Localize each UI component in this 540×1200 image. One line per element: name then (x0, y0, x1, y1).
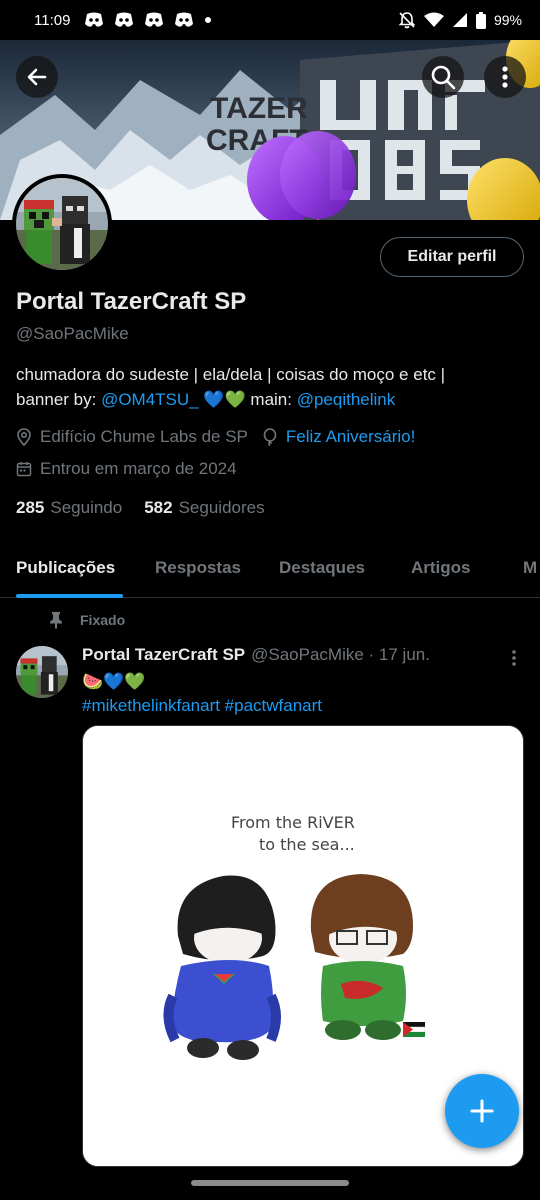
follow-stats: 285 Seguindo 582 Seguidores (16, 498, 287, 518)
post-author-name[interactable]: Portal TazerCraft SP (82, 645, 245, 665)
plus-icon (470, 1099, 494, 1123)
bell-off-icon (398, 12, 416, 29)
gesture-navigation-bar[interactable] (191, 1180, 349, 1186)
discord-icon (115, 12, 134, 27)
bio-emojis: 💙💚 main: (198, 390, 297, 409)
more-options-button[interactable] (484, 56, 526, 98)
post-hashtags[interactable]: #mikethelinkfanart #pactwfanart (82, 694, 322, 718)
search-button[interactable] (422, 56, 464, 98)
profile-bio: chumadora do sudeste | ela/dela | coisas… (16, 362, 516, 412)
profile-joined-date: Entrou em março de 2024 (40, 459, 237, 478)
search-icon (431, 65, 456, 90)
discord-icon (85, 12, 104, 27)
discord-icon (145, 12, 164, 27)
bio-prefix: banner by: (16, 390, 102, 409)
edit-profile-button[interactable]: Editar perfil (380, 237, 524, 277)
signal-icon (452, 13, 467, 27)
profile-meta-location-row: Edifício Chume Labs de SP Feliz Aniversá… (16, 427, 415, 447)
profile-meta-joined-row: Entrou em março de 2024 (16, 459, 237, 479)
location-icon (16, 428, 32, 446)
pinned-indicator: Fixado (48, 611, 125, 629)
tab-publicacoes[interactable]: Publicações (16, 558, 115, 578)
drawing-caption-line-2: to the sea... (259, 835, 355, 854)
post-author-avatar[interactable] (16, 646, 68, 698)
status-time: 11:09 (34, 11, 71, 29)
followers-label[interactable]: Seguidores (179, 498, 265, 518)
calendar-icon (16, 461, 32, 477)
tab-midia[interactable]: M (523, 558, 537, 578)
following-count[interactable]: 285 (16, 498, 44, 518)
balloon-icon (262, 428, 278, 446)
post-header: Portal TazerCraft SP @SaoPacMike · 17 ju… (82, 645, 430, 665)
profile-tabs: Publicações Respostas Destaques Artigos … (0, 540, 540, 598)
compose-post-button[interactable] (445, 1074, 519, 1148)
status-right: 99% (398, 11, 522, 29)
post-author-handle-and-date[interactable]: @SaoPacMike · 17 jun. (251, 645, 430, 665)
profile-screen: 11:09 99% TAZER CRAFT Editar perfil Port… (0, 0, 540, 1200)
profile-handle: @SaoPacMike (16, 324, 129, 343)
banner-artist-mention[interactable]: @OM4TSU_ (101, 390, 199, 409)
following-label[interactable]: Seguindo (50, 498, 122, 518)
bio-line-2: banner by: @OM4TSU_ 💙💚 main: @peqithelin… (16, 387, 516, 412)
pinned-label: Fixado (80, 612, 126, 628)
back-button[interactable] (16, 56, 58, 98)
post-text: 🍉💙💚 #mikethelinkfanart #pactwfanart (82, 670, 322, 718)
main-account-mention[interactable]: @peqithelink (297, 390, 396, 409)
tab-artigos[interactable]: Artigos (411, 558, 471, 578)
followers-count[interactable]: 582 (144, 498, 172, 518)
profile-display-name: Portal TazerCraft SP (16, 288, 247, 315)
status-bar: 11:09 99% (0, 0, 540, 40)
pin-icon (48, 611, 64, 629)
more-vertical-icon (512, 650, 516, 666)
dot-icon (205, 17, 212, 23)
post-emoji-line: 🍉💙💚 (82, 672, 146, 691)
battery-icon (475, 11, 486, 29)
profile-location: Edifício Chume Labs de SP (40, 427, 248, 446)
profile-birthday[interactable]: Feliz Aniversário! (286, 427, 415, 447)
tab-respostas[interactable]: Respostas (155, 558, 241, 578)
notification-icons (84, 12, 212, 28)
drawing-caption-line-1: From the RiVER (231, 813, 355, 832)
tab-destaques[interactable]: Destaques (279, 558, 365, 578)
banner-text-tazer: TAZER (210, 92, 308, 125)
active-tab-indicator (16, 594, 123, 598)
more-vertical-icon (502, 66, 508, 88)
discord-icon (175, 12, 194, 27)
post-more-button[interactable] (504, 648, 524, 668)
wifi-icon (423, 12, 444, 27)
profile-avatar[interactable] (12, 174, 112, 274)
bio-line-1: chumadora do sudeste | ela/dela | coisas… (16, 365, 446, 384)
arrow-left-icon (27, 68, 47, 86)
battery-percent: 99% (493, 12, 522, 28)
